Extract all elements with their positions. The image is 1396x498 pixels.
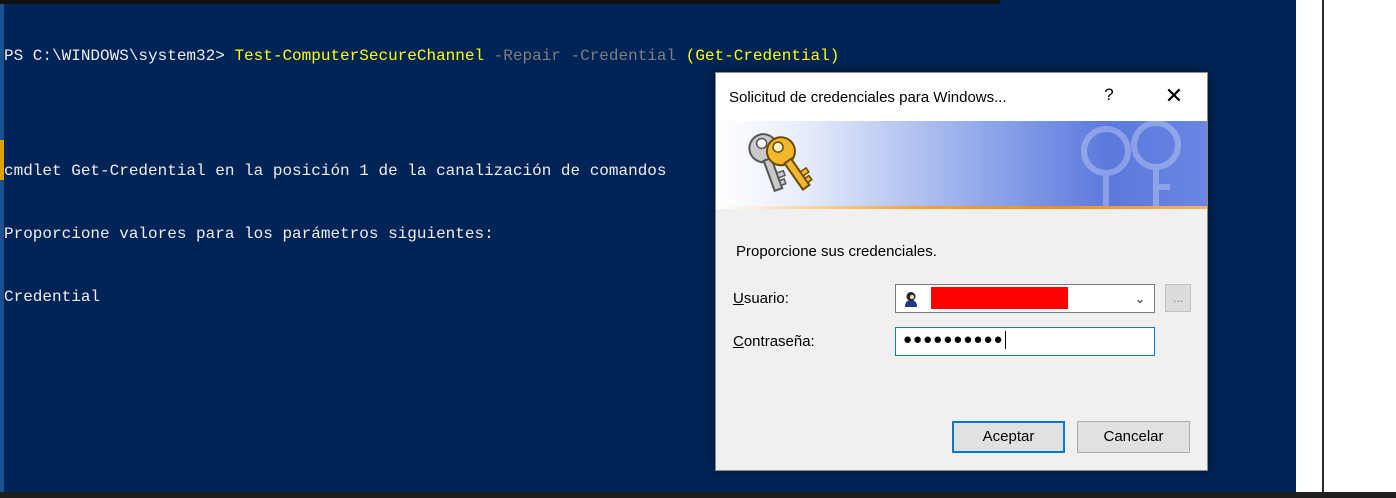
window-separator <box>1322 0 1324 492</box>
password-masked-value: ●●●●●●●●●● <box>903 331 1004 348</box>
left-window-accent <box>0 140 4 180</box>
user-avatar-icon <box>901 290 921 308</box>
username-label-accelerator: U <box>733 290 744 307</box>
username-label-text: suario: <box>743 290 789 307</box>
top-edge <box>0 0 1000 4</box>
console-prompt: PS C:\WINDOWS\system32> <box>4 47 235 65</box>
key-watermark-icon <box>1081 121 1181 209</box>
left-window-edge <box>0 0 4 492</box>
dialog-title-bar[interactable]: Solicitud de credenciales para Windows..… <box>716 73 1207 121</box>
username-redaction <box>931 287 1068 309</box>
text-caret <box>1004 331 1006 350</box>
password-field[interactable]: ●●●●●●●●●● <box>895 327 1155 356</box>
keys-icon <box>748 133 813 193</box>
username-combobox[interactable]: ⌄ <box>895 284 1155 313</box>
console-command-line: PS C:\WINDOWS\system32> Test-ComputerSec… <box>4 46 1296 67</box>
chevron-down-icon[interactable]: ⌄ <box>1130 287 1150 311</box>
ok-button[interactable]: Aceptar <box>952 421 1065 453</box>
credential-prompt: Proporcione sus credenciales. <box>736 243 937 260</box>
bottom-edge <box>0 492 1396 498</box>
password-label-accelerator: C <box>733 333 744 350</box>
browse-button[interactable]: ... <box>1165 284 1191 312</box>
credential-dialog: Solicitud de credenciales para Windows..… <box>715 72 1208 471</box>
username-label: Usuario: <box>733 290 789 307</box>
password-label: Contraseña: <box>733 333 815 350</box>
dialog-title: Solicitud de credenciales para Windows..… <box>729 89 1007 106</box>
right-background-pane <box>1296 0 1396 492</box>
banner-accent-line <box>716 206 1207 209</box>
close-icon[interactable]: ✕ <box>1162 83 1186 109</box>
cancel-button[interactable]: Cancelar <box>1077 421 1190 453</box>
dialog-banner <box>716 121 1207 209</box>
password-label-text: ontraseña: <box>743 333 815 350</box>
help-icon[interactable]: ? <box>1099 85 1119 109</box>
console-parameters: -Repair -Credential <box>484 47 686 65</box>
console-subcommand: (Get-Credential) <box>685 47 840 65</box>
console-command: Test-ComputerSecureChannel <box>234 47 485 65</box>
